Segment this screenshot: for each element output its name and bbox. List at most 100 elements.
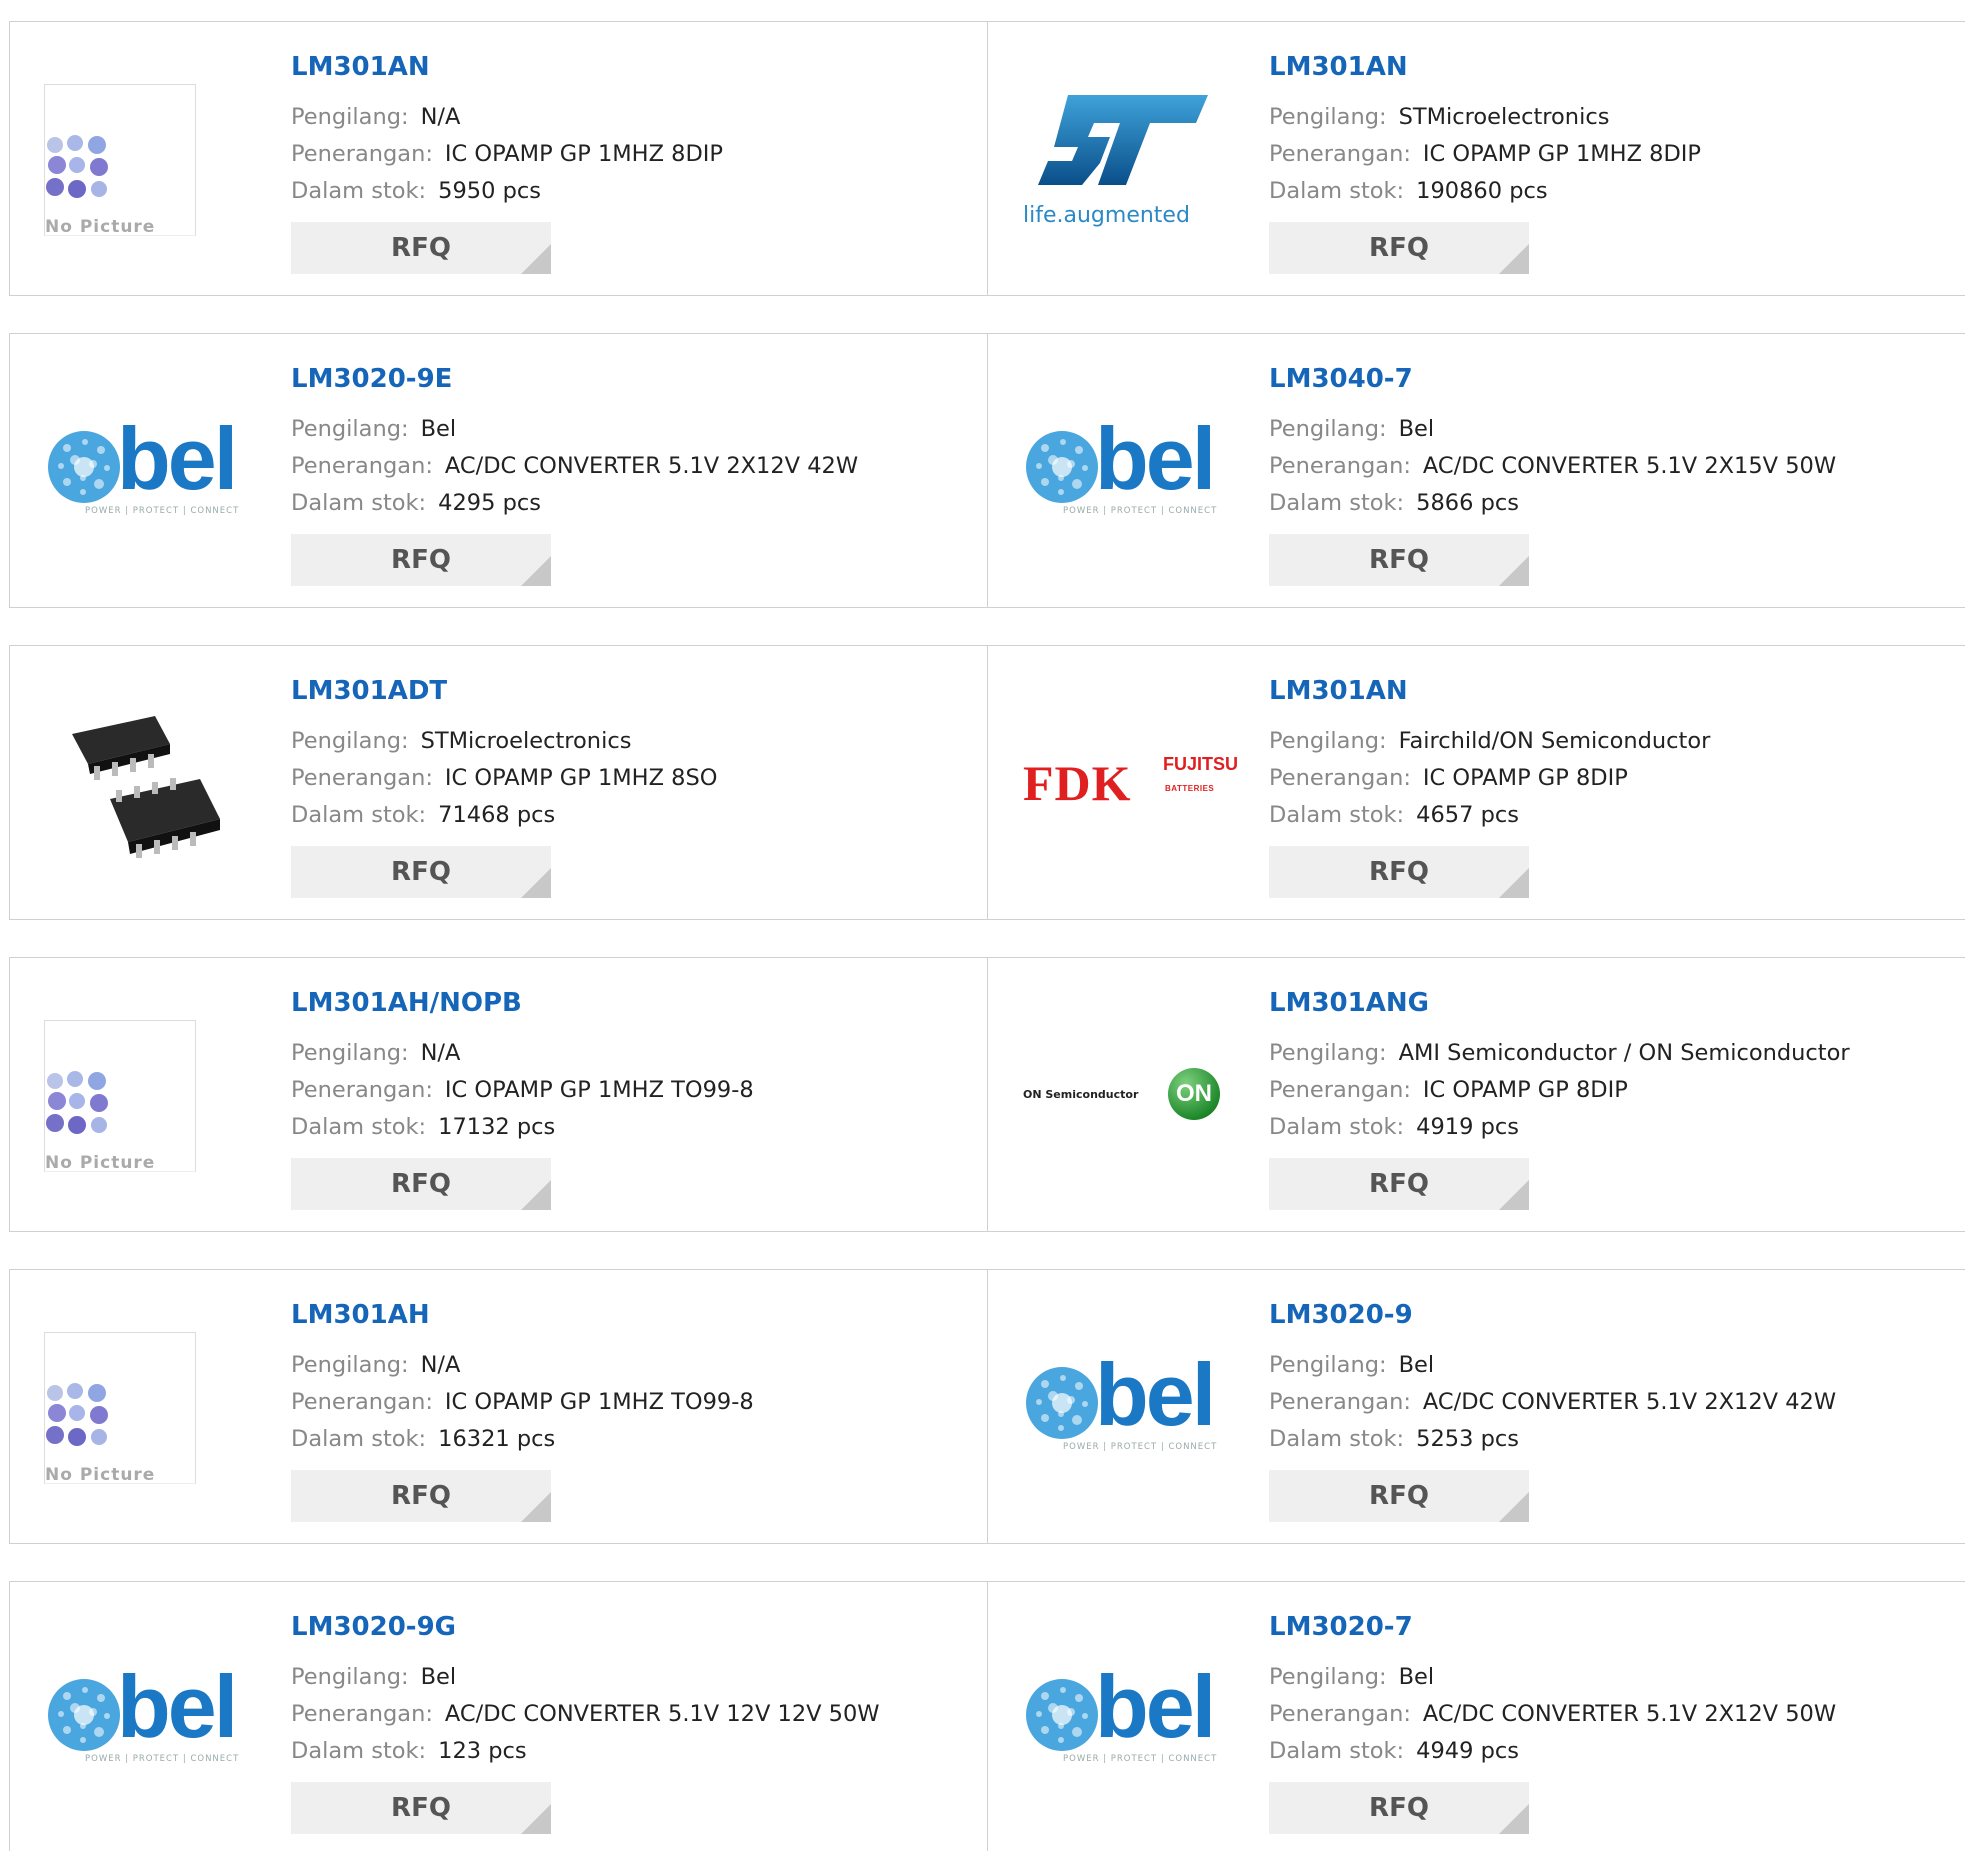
part-number-link[interactable]: LM3020-9G [291, 1612, 456, 1642]
description-label: Penerangan: [291, 453, 433, 479]
product-image[interactable]: ON Semiconductor ON [1023, 1016, 1223, 1176]
description-label: Penerangan: [291, 765, 433, 791]
product-image[interactable]: bel POWER | PROTECT | CONNECT [45, 392, 245, 552]
product-card: No Picture LM301AN Pengilang: N/A Peneranga… [9, 21, 989, 296]
part-number-link[interactable]: LM3020-9E [291, 364, 452, 394]
fdk-fujitsu-logo: FDK FUJITSU BATTERIES [1023, 754, 1238, 814]
fdk-wordmark: FDK [1023, 755, 1132, 811]
bel-wordmark: bel [1095, 409, 1216, 508]
stock-label: Dalam stok: [291, 1426, 427, 1452]
manufacturer-value: STMicroelectronics [420, 728, 632, 754]
no-picture-label: No Picture [45, 217, 156, 237]
rfq-button[interactable]: RFQ [291, 222, 551, 274]
description-label: Penerangan: [291, 1389, 433, 1415]
part-number-link[interactable]: LM301ADT [291, 676, 447, 706]
no-picture-label: No Picture [45, 1465, 156, 1485]
product-image[interactable]: No Picture [44, 1016, 245, 1176]
part-number-link[interactable]: LM3020-7 [1269, 1612, 1413, 1642]
product-info: LM301ANG Pengilang: AMI Semiconductor / ON… [1269, 958, 1965, 1231]
bel-logo: bel POWER | PROTECT | CONNECT [1023, 1345, 1223, 1458]
product-image[interactable]: life.augmented [1023, 80, 1223, 240]
description-row: Penerangan: IC OPAMP GP 8DIP [1269, 1077, 1628, 1103]
rfq-button[interactable]: RFQ [291, 534, 551, 586]
stock-row: Dalam stok: 4949 pcs [1269, 1738, 1519, 1764]
product-image[interactable]: No Picture [44, 80, 245, 240]
stock-value: 123 pcs [438, 1738, 527, 1764]
description-value: IC OPAMP GP 8DIP [1422, 1077, 1628, 1103]
rfq-button[interactable]: RFQ [291, 1470, 551, 1522]
part-number-link[interactable]: LM3040-7 [1269, 364, 1413, 394]
part-number-link[interactable]: LM301AH/NOPB [291, 988, 522, 1018]
chip-top [72, 716, 170, 780]
manufacturer-row: Pengilang: STMicroelectronics [291, 728, 631, 754]
rfq-label: RFQ [391, 233, 451, 263]
rfq-corner-decoration [1499, 244, 1529, 274]
stock-label: Dalam stok: [291, 178, 427, 204]
description-row: Penerangan: IC OPAMP GP 1MHZ TO99-8 [291, 1389, 754, 1415]
rfq-corner-decoration [1499, 1804, 1529, 1834]
st-logo: life.augmented [1023, 85, 1223, 235]
stock-row: Dalam stok: 190860 pcs [1269, 178, 1548, 204]
rfq-button[interactable]: RFQ [1269, 222, 1529, 274]
manufacturer-row: Pengilang: STMicroelectronics [1269, 104, 1609, 130]
stock-row: Dalam stok: 17132 pcs [291, 1114, 555, 1140]
stock-row: Dalam stok: 16321 pcs [291, 1426, 555, 1452]
description-row: Penerangan: AC/DC CONVERTER 5.1V 2X15V 50… [1269, 453, 1836, 479]
part-number-link[interactable]: LM3020-9 [1269, 1300, 1413, 1330]
rfq-button[interactable]: RFQ [291, 1158, 551, 1210]
manufacturer-label: Pengilang: [291, 1352, 409, 1378]
product-info: LM301AN Pengilang: N/A Penerangan: IC OPAMP … [291, 22, 988, 295]
rfq-button[interactable]: RFQ [1269, 534, 1529, 586]
description-row: Penerangan: AC/DC CONVERTER 5.1V 2X12V 42… [1269, 1389, 1836, 1415]
fujitsu-wordmark: FUJITSU [1163, 754, 1239, 774]
manufacturer-row: Pengilang: Bel [291, 1664, 456, 1690]
part-number-link[interactable]: LM301AN [291, 52, 430, 82]
description-label: Penerangan: [1269, 1701, 1411, 1727]
rfq-button[interactable]: RFQ [1269, 846, 1529, 898]
part-number-link[interactable]: LM301ANG [1269, 988, 1429, 1018]
stock-value: 4295 pcs [438, 490, 541, 516]
stock-row: Dalam stok: 4295 pcs [291, 490, 541, 516]
description-label: Penerangan: [1269, 141, 1411, 167]
product-image[interactable]: No Picture [44, 1328, 245, 1488]
description-label: Penerangan: [1269, 1077, 1411, 1103]
product-info: LM301AN Pengilang: STMicroelectronics Pener… [1269, 22, 1965, 295]
rfq-button[interactable]: RFQ [291, 1782, 551, 1834]
manufacturer-row: Pengilang: Bel [1269, 1664, 1434, 1690]
part-number-link[interactable]: LM301AN [1269, 676, 1408, 706]
rfq-button[interactable]: RFQ [291, 846, 551, 898]
bel-globe-icon [48, 1679, 120, 1751]
bel-wordmark: bel [117, 1657, 238, 1756]
product-image[interactable] [45, 704, 245, 864]
product-card: bel POWER | PROTECT | CONNECT LM3020-7 Pe… [987, 1581, 1965, 1851]
manufacturer-value: Bel [420, 416, 457, 442]
product-card: FDK FUJITSU BATTERIES LM301AN Pengilang: F… [987, 645, 1965, 920]
rfq-label: RFQ [391, 857, 451, 887]
description-value: AC/DC CONVERTER 5.1V 12V 12V 50W [444, 1701, 880, 1727]
no-picture-placeholder: No Picture [44, 1332, 196, 1485]
product-card: bel POWER | PROTECT | CONNECT LM3040-7 Pe… [987, 333, 1965, 608]
rfq-button[interactable]: RFQ [1269, 1158, 1529, 1210]
product-image[interactable]: bel POWER | PROTECT | CONNECT [1023, 1328, 1223, 1488]
no-picture-icon [46, 135, 108, 198]
manufacturer-row: Pengilang: N/A [291, 104, 460, 130]
description-value: IC OPAMP GP 1MHZ 8DIP [444, 141, 723, 167]
rfq-button[interactable]: RFQ [1269, 1782, 1529, 1834]
product-card: LM301ADT Pengilang: STMicroelectronics Pene… [9, 645, 989, 920]
batteries-label: BATTERIES [1165, 784, 1215, 793]
product-image[interactable]: bel POWER | PROTECT | CONNECT [45, 1640, 245, 1800]
rfq-button[interactable]: RFQ [1269, 1470, 1529, 1522]
stock-value: 4919 pcs [1416, 1114, 1519, 1140]
bel-globe-icon [1026, 431, 1098, 503]
product-image[interactable]: bel POWER | PROTECT | CONNECT [1023, 1640, 1223, 1800]
product-image[interactable]: bel POWER | PROTECT | CONNECT [1023, 392, 1223, 552]
part-number-link[interactable]: LM301AN [1269, 52, 1408, 82]
manufacturer-label: Pengilang: [1269, 104, 1387, 130]
product-info: LM301AH Pengilang: N/A Penerangan: IC OPAMP … [291, 1270, 988, 1543]
product-info: LM301AH/NOPB Pengilang: N/A Penerangan: IC O… [291, 958, 988, 1231]
part-number-link[interactable]: LM301AH [291, 1300, 430, 1330]
bel-tagline: POWER | PROTECT | CONNECT [1063, 1754, 1218, 1764]
bel-wordmark: bel [117, 409, 238, 508]
product-image[interactable]: FDK FUJITSU BATTERIES [1023, 704, 1238, 864]
chip-bottom [110, 778, 220, 858]
